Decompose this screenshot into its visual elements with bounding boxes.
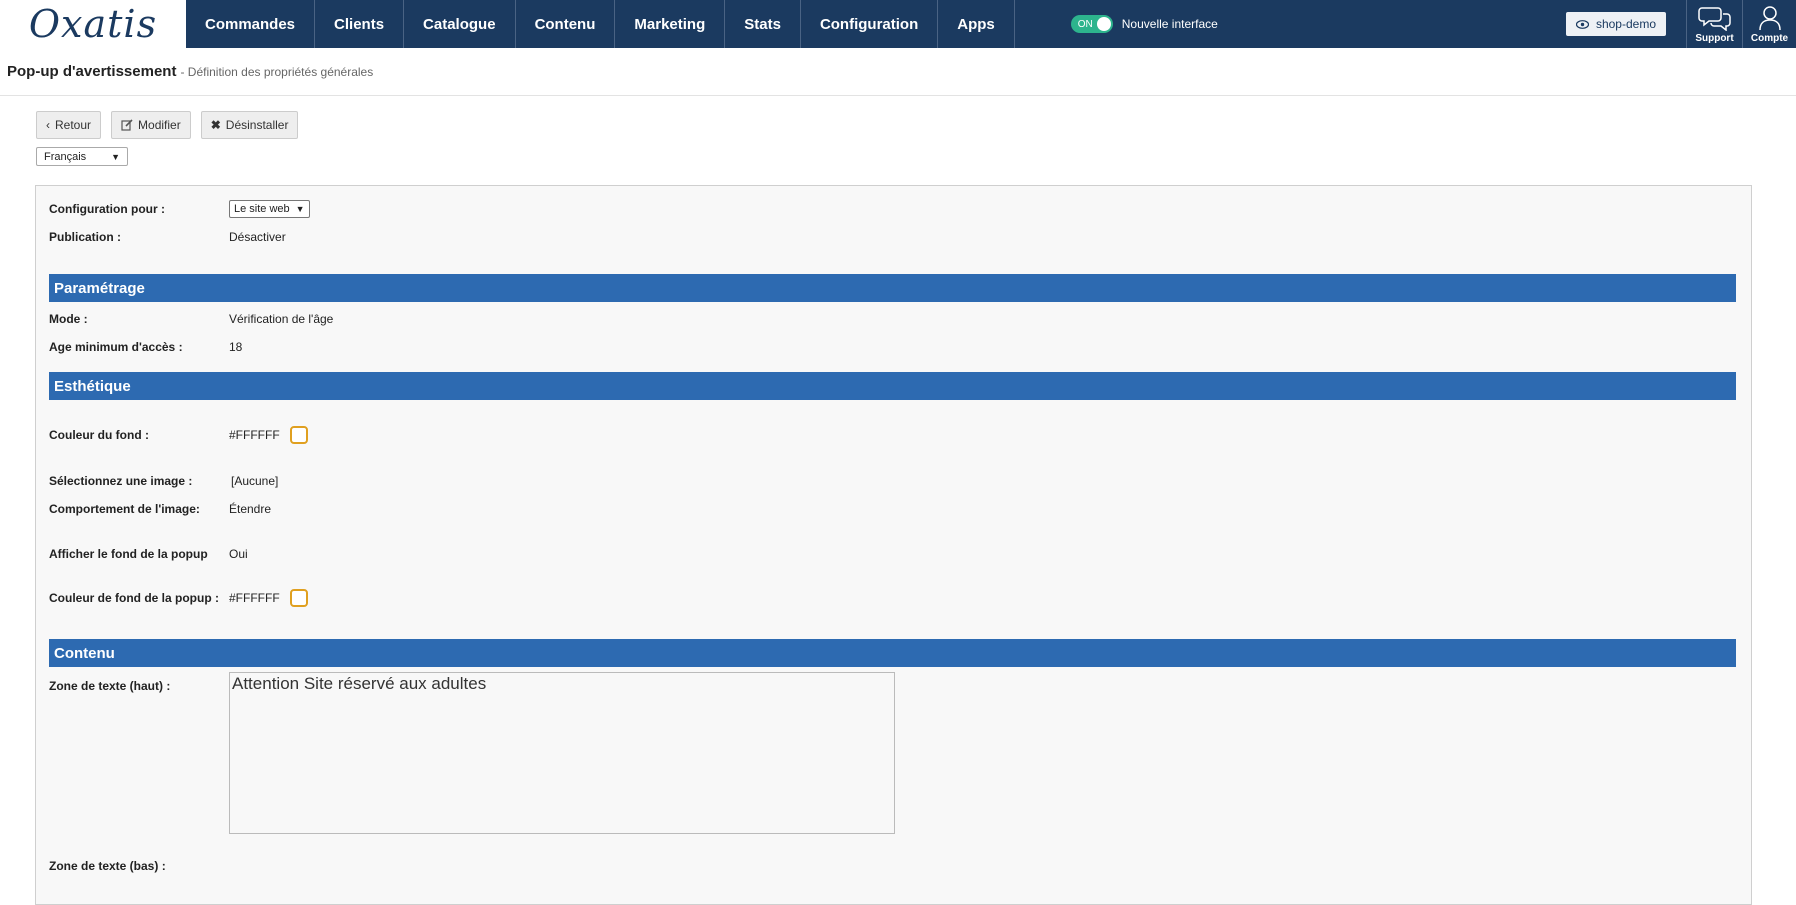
- publication-value: Désactiver: [229, 230, 286, 244]
- nav-item-catalogue[interactable]: Catalogue: [404, 0, 516, 48]
- topbar-right: shop-demo Support Compte: [1565, 0, 1796, 48]
- new-interface-toggle[interactable]: ON: [1070, 15, 1113, 33]
- action-toolbar: ‹ Retour Modifier ✖ Désinstaller: [36, 111, 299, 139]
- edit-label: Modifier: [138, 118, 181, 132]
- main-nav: Commandes Clients Catalogue Contenu Mark…: [186, 0, 1015, 48]
- config-row: Configuration pour : Le site web ▼: [49, 200, 310, 218]
- publication-row: Publication : Désactiver: [49, 230, 286, 244]
- age-value: 18: [229, 340, 243, 354]
- back-button[interactable]: ‹ Retour: [36, 111, 102, 139]
- new-interface-label: Nouvelle interface: [1121, 17, 1218, 31]
- image-value: [Aucune]: [231, 474, 279, 488]
- caret-down-icon: ▼: [295, 204, 305, 214]
- language-select[interactable]: Français ▼: [36, 147, 128, 166]
- image-behavior-label: Comportement de l'image:: [49, 502, 200, 516]
- image-behavior-row: Comportement de l'image: Étendre: [49, 502, 271, 516]
- close-icon: ✖: [210, 118, 221, 132]
- chevron-left-icon: ‹: [46, 118, 50, 132]
- popup-bg-label: Couleur de fond de la popup :: [49, 591, 219, 605]
- eye-icon: [1575, 19, 1589, 29]
- uninstall-label: Désinstaller: [225, 118, 289, 132]
- age-row: Age minimum d'accès : 18: [49, 340, 242, 354]
- bottom-text-row: Zone de texte (bas) :: [49, 859, 229, 873]
- nav-item-contenu[interactable]: Contenu: [516, 0, 616, 48]
- account-label: Compte: [1750, 32, 1789, 44]
- config-selected-value: Le site web: [234, 203, 290, 215]
- show-bg-label: Afficher le fond de la popup: [49, 547, 208, 561]
- settings-panel: Configuration pour : Le site web ▼ Publi…: [35, 185, 1752, 905]
- view-shop-button[interactable]: shop-demo: [1565, 12, 1666, 36]
- bg-color-label: Couleur du fond :: [49, 428, 149, 442]
- popup-bg-row: Couleur de fond de la popup : #FFFFFF: [49, 589, 308, 607]
- toggle-state-label: ON: [1077, 18, 1093, 30]
- language-selected-value: Français: [44, 150, 87, 163]
- top-text-label: Zone de texte (haut) :: [49, 679, 171, 693]
- mode-value: Vérification de l'âge: [229, 312, 334, 326]
- nav-item-configuration[interactable]: Configuration: [801, 0, 939, 48]
- config-select[interactable]: Le site web ▼: [229, 200, 310, 218]
- nav-item-stats[interactable]: Stats: [725, 0, 801, 48]
- image-label: Sélectionnez une image :: [49, 474, 193, 488]
- user-icon: [1758, 5, 1781, 30]
- new-interface-toggle-group: ON Nouvelle interface: [1070, 0, 1218, 48]
- bg-color-row: Couleur du fond : #FFFFFF: [49, 426, 308, 444]
- account-button[interactable]: Compte: [1742, 0, 1796, 48]
- show-bg-row: Afficher le fond de la popup Oui: [49, 547, 248, 561]
- popup-bg-value: #FFFFFF: [229, 591, 280, 605]
- brand-logo[interactable]: Oxatis: [0, 0, 186, 48]
- caret-down-icon: ▼: [111, 151, 120, 162]
- chat-bubbles-icon: [1697, 6, 1731, 31]
- section-contenu: Contenu: [49, 639, 1736, 667]
- shop-label: shop-demo: [1595, 17, 1656, 31]
- config-label: Configuration pour :: [49, 202, 165, 216]
- page-title: Pop-up d'avertissement: [7, 63, 177, 80]
- show-bg-value: Oui: [229, 547, 248, 561]
- bottom-text-label: Zone de texte (bas) :: [49, 859, 166, 873]
- popup-bg-swatch[interactable]: [289, 589, 308, 607]
- publication-label: Publication :: [49, 230, 121, 244]
- top-navigation-bar: Oxatis Commandes Clients Catalogue Conte…: [0, 0, 1796, 48]
- logo-text: Oxatis: [28, 2, 158, 46]
- image-row: Sélectionnez une image : [Aucune]: [49, 474, 278, 488]
- back-label: Retour: [55, 118, 92, 132]
- nav-item-commandes[interactable]: Commandes: [186, 0, 316, 48]
- toggle-knob: [1096, 17, 1111, 31]
- edit-button[interactable]: Modifier: [111, 111, 191, 139]
- bg-color-swatch[interactable]: [289, 426, 308, 444]
- page-header: Pop-up d'avertissement - Définition des …: [0, 48, 1796, 96]
- mode-row: Mode : Vérification de l'âge: [49, 312, 333, 326]
- top-text-row: Zone de texte (haut) :: [49, 679, 229, 693]
- age-label: Age minimum d'accès :: [49, 340, 183, 354]
- bg-color-value: #FFFFFF: [229, 428, 280, 442]
- section-parametrage: Paramétrage: [49, 274, 1736, 302]
- nav-item-clients[interactable]: Clients: [315, 0, 405, 48]
- uninstall-button[interactable]: ✖ Désinstaller: [200, 111, 299, 139]
- nav-item-marketing[interactable]: Marketing: [615, 0, 726, 48]
- mode-label: Mode :: [49, 312, 88, 326]
- top-text-area[interactable]: Attention Site réservé aux adultes: [229, 672, 895, 834]
- support-label: Support: [1695, 32, 1734, 44]
- section-esthetique: Esthétique: [49, 372, 1736, 400]
- image-behavior-value: Étendre: [229, 502, 272, 516]
- edit-icon: [121, 119, 133, 131]
- nav-item-apps[interactable]: Apps: [938, 0, 1015, 48]
- page-subtitle: - Définition des propriétés générales: [180, 64, 374, 79]
- support-button[interactable]: Support: [1686, 0, 1742, 48]
